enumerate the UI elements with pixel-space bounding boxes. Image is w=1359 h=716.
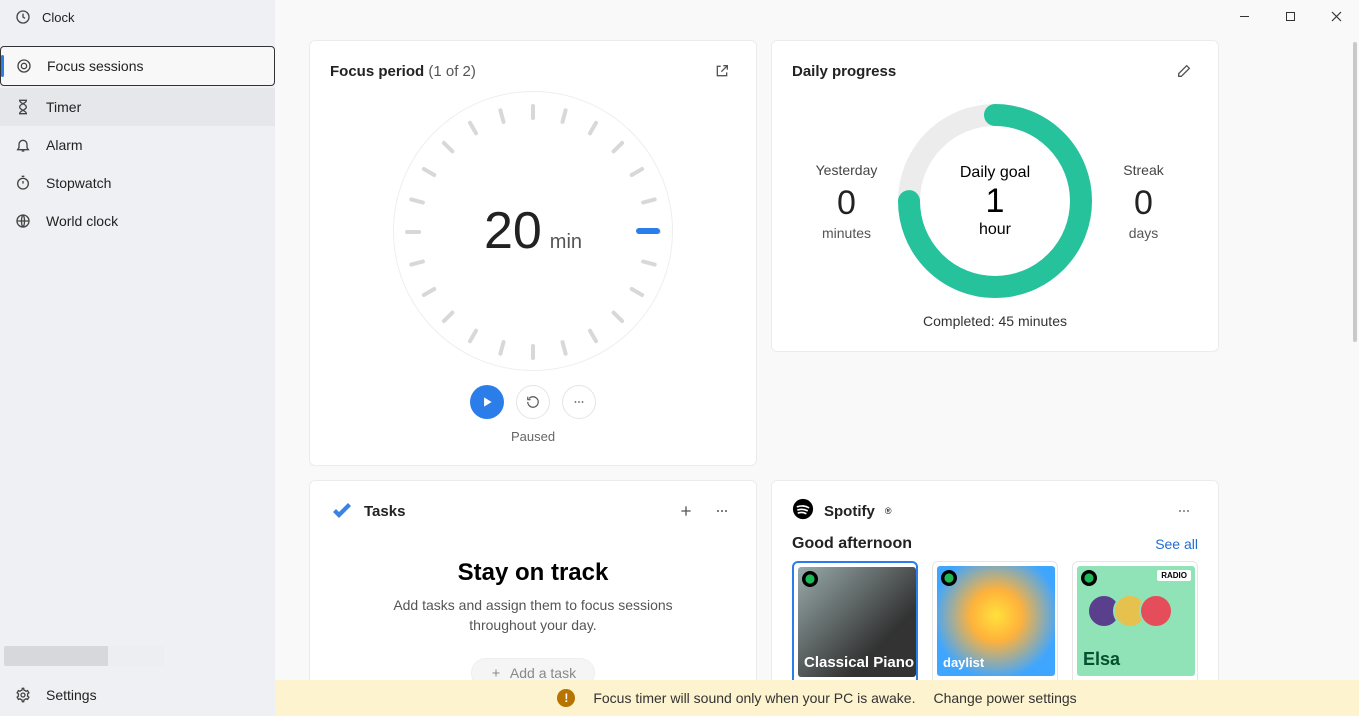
- art-title: daylist: [943, 655, 984, 670]
- focus-unit: min: [550, 231, 582, 254]
- add-task-button[interactable]: [672, 497, 700, 525]
- nav-world-clock[interactable]: World clock: [0, 202, 275, 240]
- nav: Focus sessions Timer Alarm Stopwatch: [0, 44, 275, 240]
- nav-stopwatch[interactable]: Stopwatch: [0, 164, 275, 202]
- spotify-brand: Spotify: [824, 503, 875, 520]
- close-button[interactable]: [1313, 0, 1359, 32]
- add-task-label: Add a task: [510, 665, 576, 681]
- tasks-desc: Add tasks and assign them to focus sessi…: [360, 595, 706, 636]
- edit-button[interactable]: [1170, 57, 1198, 85]
- spotify-more-button[interactable]: [1170, 497, 1198, 525]
- more-button[interactable]: [562, 385, 596, 419]
- focus-period-title: Focus period (1 of 2): [330, 63, 476, 80]
- nav-label: Alarm: [46, 137, 83, 153]
- change-power-settings-link[interactable]: Change power settings: [933, 690, 1076, 706]
- tasks-more-button[interactable]: [708, 497, 736, 525]
- nav-label: World clock: [46, 213, 118, 229]
- nav-label: Timer: [46, 99, 81, 115]
- content: Focus period (1 of 2) /* ticks generated…: [275, 0, 1359, 716]
- bell-icon: [14, 136, 32, 154]
- pop-out-button[interactable]: [708, 57, 736, 85]
- tasks-card: Tasks Stay on track Add tasks and assign…: [309, 480, 757, 712]
- sidebar: Clock Focus sessions Timer Alarm: [0, 0, 275, 716]
- scrollbar[interactable]: [1353, 42, 1357, 342]
- banner-text: Focus timer will sound only when your PC…: [593, 690, 915, 706]
- nav-focus-sessions[interactable]: Focus sessions: [0, 46, 275, 86]
- goal-value: 1: [986, 182, 1005, 221]
- nav-alarm[interactable]: Alarm: [0, 126, 275, 164]
- stat-streak: Streak 0 days: [1095, 162, 1192, 241]
- progress-ring: Daily goal 1 hour: [895, 101, 1095, 301]
- warning-icon: !: [557, 689, 575, 707]
- stopwatch-icon: [14, 174, 32, 192]
- tasks-icon: [330, 499, 354, 523]
- spotify-badge-icon: [941, 570, 957, 586]
- app-title-row: Clock: [0, 0, 275, 34]
- target-icon: [15, 57, 33, 75]
- nav-settings[interactable]: Settings: [0, 674, 275, 716]
- nav-timer[interactable]: Timer: [0, 88, 275, 126]
- focus-period-card: Focus period (1 of 2) /* ticks generated…: [309, 40, 757, 466]
- completed-text: Completed: 45 minutes: [792, 313, 1198, 329]
- focus-dial[interactable]: /* ticks generated below */ 20 min: [393, 91, 673, 371]
- daily-progress-card: Daily progress Yesterday 0 minutes: [771, 40, 1219, 352]
- daily-progress-title: Daily progress: [792, 63, 896, 80]
- spotify-badge-icon: [1081, 570, 1097, 586]
- loading-placeholder: [4, 646, 164, 666]
- maximize-button[interactable]: [1267, 0, 1313, 32]
- globe-icon: [14, 212, 32, 230]
- hourglass-icon: [14, 98, 32, 116]
- spotify-badge-icon: [802, 571, 818, 587]
- window-controls: [1221, 0, 1359, 32]
- focus-status: Paused: [330, 429, 736, 444]
- radio-badge: RADIO: [1157, 570, 1191, 581]
- goal-label: Daily goal: [960, 164, 1030, 182]
- notification-banner: ! Focus timer will sound only when your …: [275, 680, 1359, 716]
- art-title: Elsa: [1083, 649, 1120, 670]
- app-title: Clock: [42, 10, 75, 25]
- reset-button[interactable]: [516, 385, 550, 419]
- gear-icon: [14, 686, 32, 704]
- focus-minutes: 20: [484, 201, 542, 261]
- see-all-link[interactable]: See all: [1155, 536, 1198, 552]
- nav-label: Stopwatch: [46, 175, 111, 191]
- art-title: Classical Piano: [804, 655, 914, 671]
- nav-label: Focus sessions: [47, 58, 143, 74]
- play-button[interactable]: [470, 385, 504, 419]
- tasks-heading: Stay on track: [360, 559, 706, 587]
- settings-label: Settings: [46, 687, 97, 703]
- goal-unit: hour: [979, 221, 1011, 239]
- stat-yesterday: Yesterday 0 minutes: [798, 162, 895, 241]
- focus-period-counter: (1 of 2): [428, 63, 476, 80]
- spotify-icon: [792, 498, 814, 525]
- clock-icon: [14, 8, 32, 26]
- spotify-greeting: Good afternoon: [792, 535, 912, 553]
- minimize-button[interactable]: [1221, 0, 1267, 32]
- tasks-title: Tasks: [364, 503, 405, 520]
